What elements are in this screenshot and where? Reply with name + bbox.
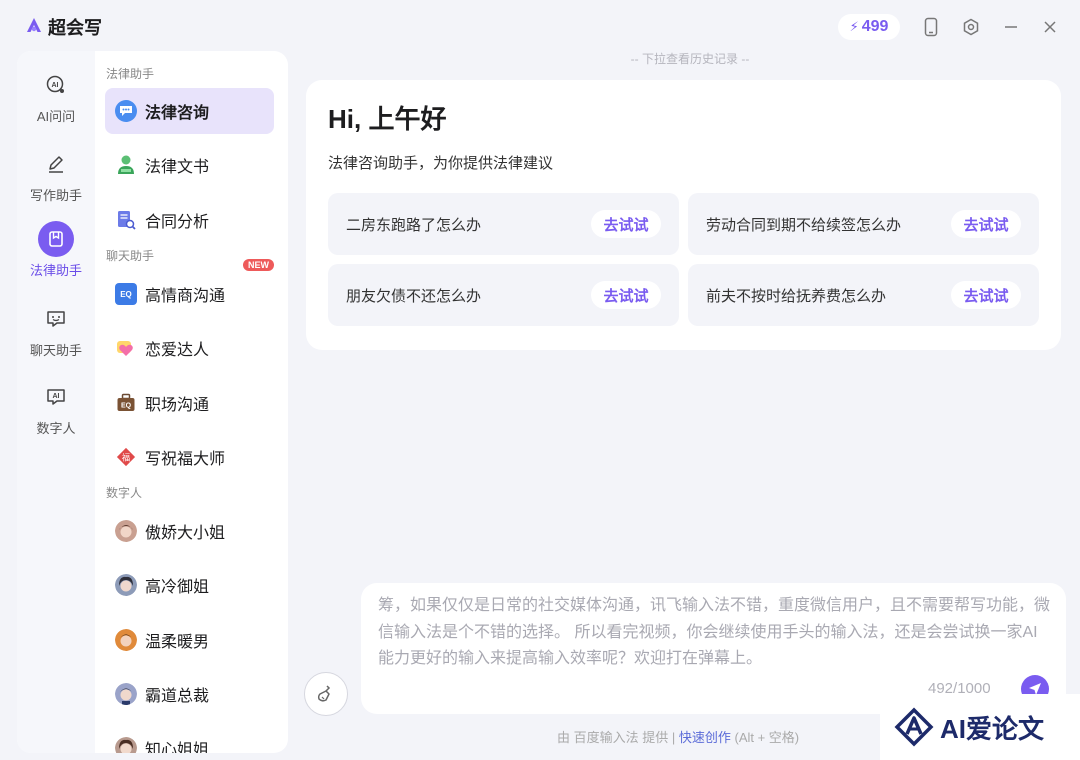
app-title: 超会写 xyxy=(48,18,102,38)
ai-chat-icon: AI xyxy=(38,379,74,415)
avatar xyxy=(115,574,137,596)
app-logo-icon xyxy=(27,18,41,32)
sub-menu: 法律助手 法律咨询 法律文书 合同分析 聊天助手 EQ 高情商沟通 NEW 恋爱… xyxy=(105,51,288,753)
try-button[interactable]: 去试试 xyxy=(591,210,661,238)
pen-icon xyxy=(38,146,74,182)
rail-label: 聊天助手 xyxy=(29,343,82,358)
footer-shortcut: (Alt + 空格) xyxy=(734,730,800,745)
suggestion-card[interactable]: 二房东跑路了怎么办 去试试 xyxy=(328,193,679,255)
credits-value: 499 xyxy=(861,18,889,35)
settings-icon[interactable] xyxy=(961,17,981,37)
section-title-legal: 法律助手 xyxy=(106,67,155,81)
menu-item-legal-consult[interactable]: 法律咨询 xyxy=(105,88,274,134)
menu-item-label: 霸道总裁 xyxy=(145,688,210,705)
assistant-subtitle: 法律咨询助手，为你提供法律建议 xyxy=(328,155,554,172)
svg-text:福: 福 xyxy=(122,453,130,463)
menu-item-label: 傲娇大小姐 xyxy=(145,525,226,542)
watermark: AI爱论文 xyxy=(880,694,1080,760)
menu-item-digital-3[interactable]: 霸道总裁 xyxy=(105,671,274,717)
svg-text:AI: AI xyxy=(52,82,59,89)
menu-item-high-eq[interactable]: EQ 高情商沟通 NEW xyxy=(105,259,274,317)
menu-item-label: 温柔暖男 xyxy=(145,634,210,651)
message-input-text[interactable]: 筹，如果仅仅是日常的社交媒体沟通，讯飞输入法不错，重度微信用户，且不需要帮写功能… xyxy=(378,593,1050,673)
try-button[interactable]: 去试试 xyxy=(951,281,1021,309)
suggestion-text: 劳动合同到期不给续签怎么办 xyxy=(706,217,902,234)
try-button[interactable]: 去试试 xyxy=(591,281,661,309)
rail-item-digital-human[interactable]: AI 数字人 xyxy=(17,379,95,443)
menu-item-legal-docs[interactable]: 法律文书 xyxy=(105,142,274,188)
watermark-text: AI爱论文 xyxy=(940,713,1045,744)
suggestion-card[interactable]: 劳动合同到期不给续签怎么办 去试试 xyxy=(688,193,1039,255)
briefcase-icon: EQ xyxy=(115,392,137,414)
menu-item-label: 职场沟通 xyxy=(145,397,210,414)
ai-ask-icon: AI xyxy=(38,67,74,103)
close-icon[interactable] xyxy=(1040,17,1060,37)
menu-item-label: 高情商沟通 xyxy=(145,288,226,305)
rail-label: 写作助手 xyxy=(29,188,82,203)
menu-item-label: 知心姐姐 xyxy=(145,742,210,753)
avatar xyxy=(115,737,137,753)
footer: 由 百度输入法 提供 | 快速创作 (Alt + 空格) xyxy=(557,727,799,746)
avatar xyxy=(115,520,137,542)
avatar xyxy=(115,629,137,651)
rail-label: AI问问 xyxy=(36,109,76,124)
rail-item-chat[interactable]: 聊天助手 xyxy=(17,301,95,365)
heart-icon xyxy=(115,337,137,359)
history-hint[interactable]: -- 下拉查看历史记录 -- xyxy=(0,50,1080,67)
menu-item-label: 高冷御姐 xyxy=(145,579,210,596)
menu-item-label: 恋爱达人 xyxy=(145,342,210,359)
sidebar: AI AI问问 写作助手 法律助手 聊天助手 AI 数字人 法律助手 法律咨询 … xyxy=(17,51,288,753)
suggestion-text: 二房东跑路了怎么办 xyxy=(346,217,482,234)
nav-rail: AI AI问问 写作助手 法律助手 聊天助手 AI 数字人 xyxy=(17,51,95,753)
menu-item-blessing-master[interactable]: 福 写祝福大师 xyxy=(105,434,274,480)
mobile-icon[interactable] xyxy=(921,17,941,37)
clear-button[interactable] xyxy=(304,672,348,716)
menu-item-digital-2[interactable]: 温柔暖男 xyxy=(105,617,274,663)
suggestion-text: 前夫不按时给抚养费怎么办 xyxy=(706,288,887,305)
avatar xyxy=(115,683,137,705)
greeting: Hi, 上午好 xyxy=(328,104,447,134)
quick-create-link[interactable]: 快速创作 xyxy=(679,730,731,745)
watermark-logo-icon xyxy=(894,707,934,747)
suggestion-text: 朋友欠债不还怎么办 xyxy=(346,288,482,305)
lightning-icon: ⚡ xyxy=(849,19,859,34)
broom-icon xyxy=(317,685,331,702)
section-title-digital: 数字人 xyxy=(106,486,143,500)
suggestion-card[interactable]: 朋友欠债不还怎么办 去试试 xyxy=(328,264,679,326)
svg-text:AI: AI xyxy=(53,393,60,400)
menu-item-digital-4[interactable]: 知心姐姐 xyxy=(105,725,274,753)
menu-item-label: 法律文书 xyxy=(145,159,210,176)
menu-item-contract-analysis[interactable]: 合同分析 xyxy=(105,197,274,243)
section-title-chat: 聊天助手 xyxy=(106,249,155,263)
lawyer-icon xyxy=(115,154,137,176)
document-search-icon xyxy=(115,209,137,231)
new-badge: NEW xyxy=(243,259,274,271)
welcome-card: Hi, 上午好 法律咨询助手，为你提供法律建议 二房东跑路了怎么办 去试试 劳动… xyxy=(306,80,1061,350)
suggestion-card[interactable]: 前夫不按时给抚养费怎么办 去试试 xyxy=(688,264,1039,326)
speech-bubble-icon xyxy=(115,100,137,122)
menu-item-love-expert[interactable]: 恋爱达人 xyxy=(105,325,274,371)
menu-item-workplace[interactable]: EQ 职场沟通 xyxy=(105,380,274,426)
svg-text:EQ: EQ xyxy=(121,403,132,410)
menu-item-digital-1[interactable]: 高冷御姐 xyxy=(105,562,274,608)
menu-item-label: 合同分析 xyxy=(145,214,210,231)
eq-chat-icon: EQ xyxy=(115,283,137,305)
menu-item-digital-0[interactable]: 傲娇大小姐 xyxy=(105,508,274,554)
chat-face-icon xyxy=(38,301,74,337)
rail-label: 数字人 xyxy=(36,421,76,436)
menu-item-label: 写祝福大师 xyxy=(145,451,226,468)
try-button[interactable]: 去试试 xyxy=(951,210,1021,238)
footer-provider: 由 百度输入法 提供 | xyxy=(557,730,676,745)
rail-item-writing[interactable]: 写作助手 xyxy=(17,146,95,210)
title-bar: 超会写 ⚡ 499 xyxy=(0,0,1080,52)
rail-item-ai-ask[interactable]: AI AI问问 xyxy=(17,67,95,131)
svg-text:EQ: EQ xyxy=(120,290,132,299)
legal-book-icon xyxy=(38,221,74,257)
credits-badge[interactable]: ⚡ 499 xyxy=(838,14,900,40)
minimize-icon[interactable] xyxy=(1001,17,1021,37)
blessing-icon: 福 xyxy=(115,446,137,468)
rail-label: 法律助手 xyxy=(29,263,82,278)
rail-item-legal[interactable]: 法律助手 xyxy=(17,221,95,285)
menu-item-label: 法律咨询 xyxy=(145,105,210,122)
